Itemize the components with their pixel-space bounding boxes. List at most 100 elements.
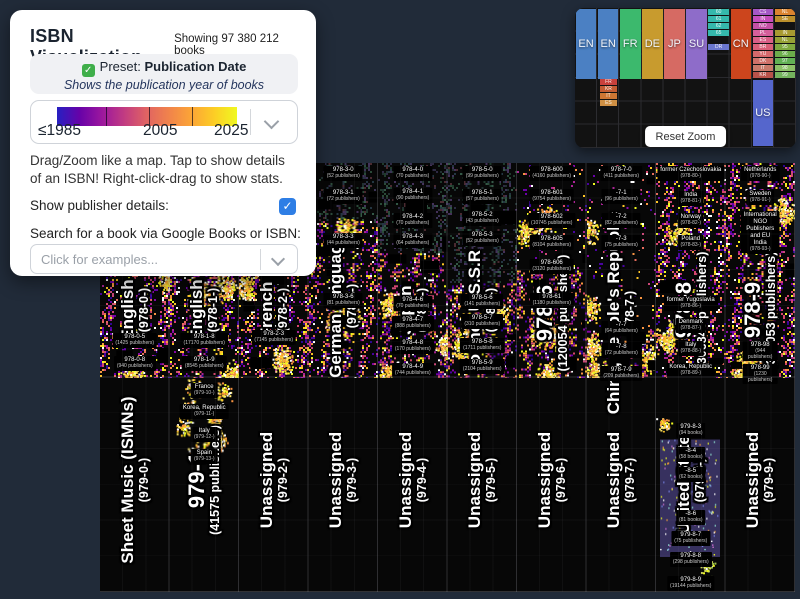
map-region-label[interactable]: Unassigned(979-7-) [599,370,643,590]
map-sublabel[interactable]: former Yugoslavia(978-86-) [664,296,718,311]
minimap-region-es[interactable]: ES [600,100,617,106]
minimap-region-es[interactable]: ES [753,37,774,43]
minimap-region-65[interactable]: 65 [708,30,729,36]
map-sublabel[interactable]: 979-8-7(75 publishers) [671,531,710,546]
minimap-region-it[interactable]: IT [600,93,617,99]
minimap-region-96[interactable]: 96 [775,51,796,57]
map-sublabel[interactable]: former Czechoslovakia(978-80-) [657,166,724,181]
map-sublabel[interactable]: 978-5-9(2104 publishers) [460,359,505,374]
map-sublabel[interactable]: -8-6(81 books) [676,510,706,525]
map-sublabel[interactable]: 978-4-1(90 publishers) [393,188,432,203]
map-sublabel[interactable]: Korea, Republic(978-89-) [666,363,715,378]
minimap-region-it[interactable]: IT [753,65,774,71]
map-region-label[interactable]: Unassigned(979-4-) [391,370,435,590]
minimap-region-kr[interactable]: KR [600,86,617,92]
map-sublabel[interactable]: -7-7(64 publishers) [602,321,641,336]
map-sublabel[interactable]: 978-3-0(52 publishers) [324,166,363,181]
map-sublabel[interactable]: Denmark(978-87-) [676,318,706,333]
map-sublabel[interactable]: 978-606(3120 publishers) [529,259,574,274]
minimap-region-dr[interactable]: DR [708,44,729,50]
minimap-region-en-0[interactable]: EN [576,9,597,79]
map-sublabel[interactable]: 978-4-9(744 publishers) [392,363,434,378]
minimap-region-pl[interactable]: PL [753,30,774,36]
minimap-region-fr[interactable]: FR [600,79,617,85]
map-sublabel[interactable]: 978-3-3(44 publishers) [324,233,363,248]
map-sublabel[interactable]: 978-2-3(7145 publishers) [251,330,296,345]
map-sublabel[interactable]: 978-5-2(43 publishers) [463,211,502,226]
map-sublabel[interactable]: 978-3-6(81 publishers) [324,293,363,308]
minimap-region-cs[interactable]: CS [753,9,774,15]
map-sublabel[interactable]: 978-7-0(411 publishers) [601,166,642,181]
minimap-region-se[interactable]: SE [775,16,796,22]
minimap-region-dk[interactable]: DK [753,58,774,64]
map-sublabel[interactable]: Norway(978-82-) [677,213,704,228]
map-sublabel[interactable]: -8-4(58 books) [676,447,706,462]
map-sublabel[interactable]: France(979-10-) [191,383,218,398]
minimap-region-98[interactable]: 98 [775,65,796,71]
minimap-region-nl[interactable]: NL [775,37,796,43]
map-sublabel[interactable]: 978-5-6(141 publishers) [461,294,503,309]
map-sublabel[interactable]: -7-8(72 publishers) [602,343,641,358]
map-sublabel[interactable]: 978-0-5(1425 publishers) [112,333,157,348]
minimap-region-de-3[interactable]: DE [642,9,663,79]
map-sublabel[interactable]: Poland(978-83-) [677,235,704,250]
minimap-region-95[interactable]: 95 [775,44,796,50]
map-sublabel[interactable]: 978-4-3(64 publishers) [393,233,432,248]
minimap-region-61[interactable]: 61 [708,16,729,22]
map-sublabel[interactable]: 978-4-6(70 publishers) [393,296,432,311]
show-publisher-checkbox[interactable]: ✓ [279,198,296,215]
map-sublabel[interactable]: 978-7-9(209 publishers) [600,366,642,381]
map-sublabel[interactable]: 978-99(1230 publishers) [743,364,778,384]
map-sublabel[interactable]: 978-5-8(1711 publishers) [460,338,504,353]
map-sublabel[interactable]: Sweden(978-91-) [746,190,774,205]
minimap-region-nl[interactable]: NL [775,9,796,15]
map-sublabel[interactable]: 978-0-8(940 publishers) [114,356,156,371]
map-sublabel[interactable]: Netherlands(978-90-) [741,166,779,181]
search-select[interactable]: Click for examples... [30,244,298,274]
preset-box[interactable]: ✓Preset: Publication Date Shows the publ… [30,54,298,94]
map-region-label[interactable]: Unassigned(979-3-) [321,370,365,590]
minimap-region-cn-7[interactable]: CN [731,9,752,79]
map-sublabel[interactable]: 978-61(1180 publishers) [530,293,574,308]
map-sublabel[interactable]: 978-602(10745 publishers) [528,213,575,228]
map-sublabel[interactable]: 978-4-0(70 publishers) [393,166,432,181]
map-sublabel[interactable]: 979-8-3(94 books) [676,423,706,438]
minimap-region-br[interactable]: BR [753,44,774,50]
map-sublabel[interactable]: 978-600(4160 publishers) [529,166,574,181]
map-sublabel[interactable]: India(978-93-) [747,239,774,254]
map-sublabel[interactable]: 978-98(944 publishers) [743,341,778,361]
map-sublabel[interactable]: 978-601(9754 publishers) [529,189,574,204]
map-sublabel[interactable]: Korea, Republic(979-11-) [180,404,229,419]
map-region-label[interactable]: Unassigned(979-9-) [738,370,782,590]
minimap-region-kr[interactable]: KR [753,72,774,78]
map-sublabel[interactable]: -8-5(62 books) [676,467,706,482]
map-sublabel[interactable]: 979-8-8(298 publishers) [670,552,712,567]
minimap-region-jp-4[interactable]: JP [664,9,685,79]
map-sublabel[interactable]: Italy(979-12-) [191,427,218,442]
map-region-label[interactable]: Sheet Music (ISMNs)(979-0-) [113,370,157,590]
minimap-region-in[interactable]: IN [753,16,774,22]
minimap-region-us[interactable]: US [753,80,774,146]
minimap-region-yu[interactable]: YU [753,51,774,57]
map-sublabel[interactable]: 978-5-1(57 publishers) [463,189,502,204]
minimap-region-97[interactable]: 97 [775,58,796,64]
map-sublabel[interactable]: India(978-81-) [677,191,704,206]
map-sublabel[interactable]: -7-1(96 publishers) [602,189,641,204]
minimap[interactable]: ENENFRKRITESFRDEJPSU60616265DRCNCSINNOPL… [575,8,796,148]
map-sublabel[interactable]: 978-4-8(170 publishers) [392,339,434,354]
map-sublabel[interactable]: 978-1-8(17170 publishers) [181,333,228,348]
minimap-region-en-1[interactable]: EN [598,9,619,79]
map-sublabel[interactable]: 978-605(8104 publishers) [529,235,574,250]
minimap-region-99[interactable]: 99 [775,72,796,78]
map-sublabel[interactable]: 978-5-0(99 publishers) [463,166,502,181]
minimap-region-no[interactable]: NO [753,23,774,29]
minimap-region-fr-2[interactable]: FR [620,9,641,79]
minimap-region-60[interactable]: 60 [708,9,729,15]
map-region-label[interactable]: Unassigned(979-2-) [252,370,296,590]
map-sublabel[interactable]: Spain(979-13-) [191,449,218,464]
map-sublabel[interactable]: 978-3-1(72 publishers) [324,189,363,204]
map-sublabel[interactable]: 979-8-9(19144 publishers) [667,576,714,591]
minimap-region-su-5[interactable]: SU [686,9,707,79]
map-sublabel[interactable]: 978-5-7(310 publishers) [461,314,503,329]
map-region-label[interactable]: Unassigned(979-6-) [530,370,574,590]
